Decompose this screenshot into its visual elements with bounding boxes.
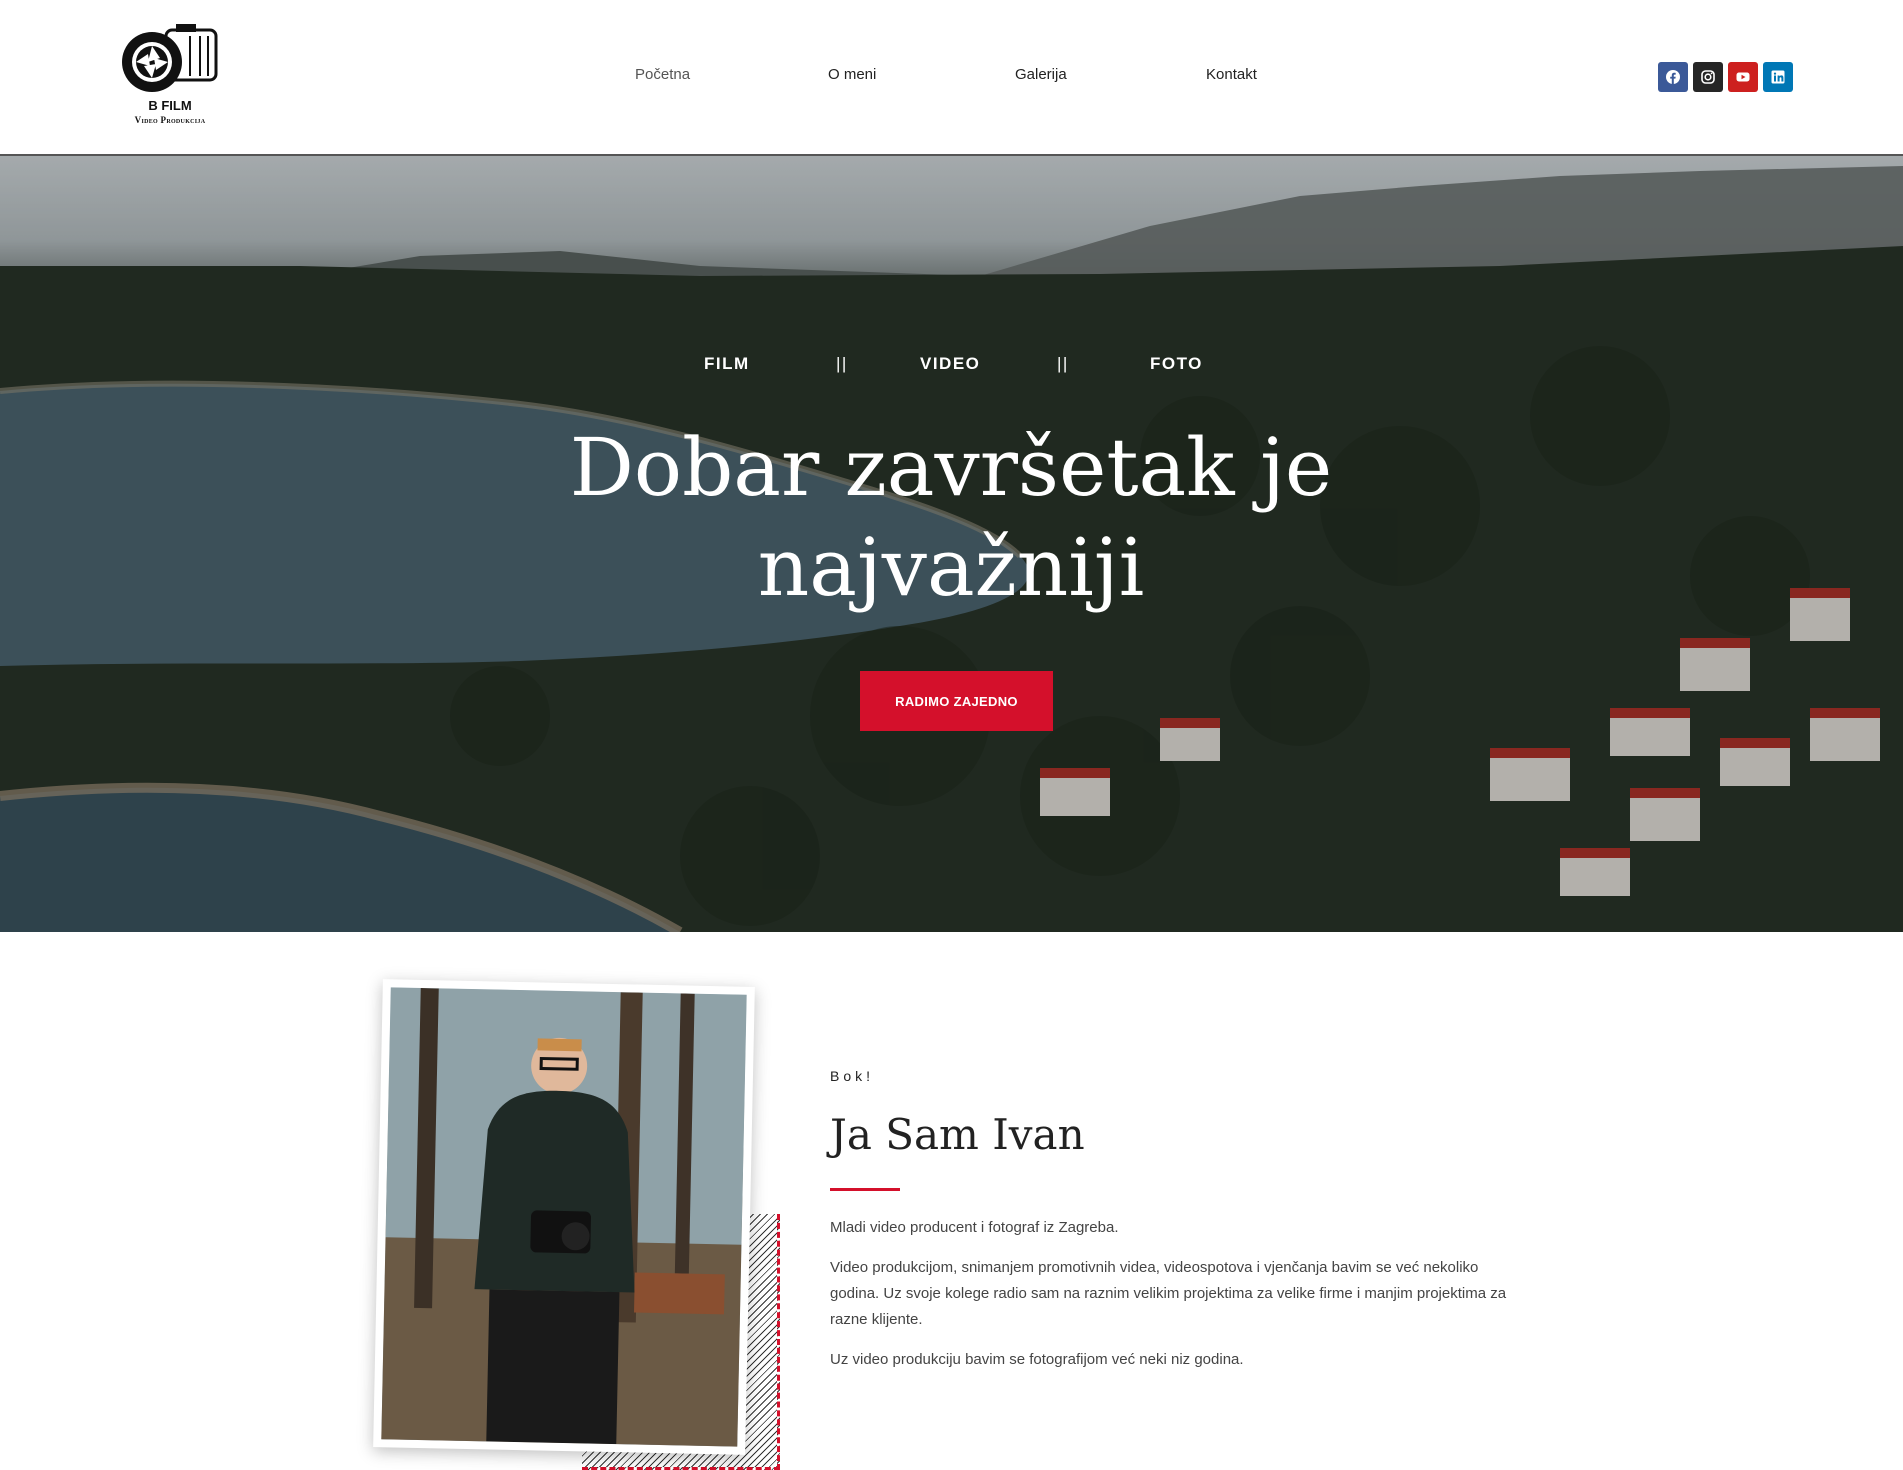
nav-item-kontakt[interactable]: Kontakt <box>1206 66 1257 83</box>
about-paragraph-1: Mladi video producent i fotograf iz Zagr… <box>830 1219 1119 1236</box>
tag-separator: || <box>836 354 848 373</box>
nav-item-o-meni[interactable]: O meni <box>828 66 876 83</box>
hero-title-line-1: Dobar završetak je <box>569 421 1333 514</box>
linkedin-icon[interactable] <box>1763 62 1793 92</box>
about-greeting: Bok! <box>830 1068 875 1084</box>
tag-foto: FOTO <box>1150 354 1203 373</box>
camera-logo-icon <box>122 24 218 92</box>
hero-title-line-2: najvažniji <box>757 521 1145 614</box>
hero-section: FILM || VIDEO || FOTO Dobar završetak je… <box>0 156 1903 932</box>
site-header: B FILM Video Produkcija Početna O meni G… <box>0 0 1903 156</box>
radimo-zajedno-button[interactable]: RADIMO ZAJEDNO <box>860 671 1053 731</box>
facebook-icon[interactable] <box>1658 62 1688 92</box>
logo-subtitle: Video Produkcija <box>134 115 206 125</box>
instagram-icon[interactable] <box>1693 62 1723 92</box>
tag-video: VIDEO <box>920 354 981 373</box>
profile-photo-frame <box>373 979 755 1455</box>
tag-separator: || <box>1057 354 1069 373</box>
about-paragraph-3: Uz video produkciju bavim se fotografijo… <box>830 1351 1244 1368</box>
tag-film: FILM <box>704 354 750 373</box>
about-paragraph-2: Video produkcijom, snimanjem promotivnih… <box>830 1259 1507 1328</box>
nav-item-galerija[interactable]: Galerija <box>1015 66 1067 83</box>
hero-title: Dobar završetak je najvažniji <box>451 418 1451 618</box>
site-logo[interactable]: B FILM Video Produkcija <box>120 22 230 132</box>
logo-brand-text: B FILM <box>148 98 192 113</box>
profile-photo <box>381 987 747 1447</box>
hero-tags: FILM || VIDEO || FOTO <box>0 354 1903 384</box>
youtube-icon[interactable] <box>1728 62 1758 92</box>
nav-item-pocetna[interactable]: Početna <box>635 66 690 83</box>
about-name-heading: Ja Sam Ivan <box>830 1110 1085 1159</box>
heading-underline <box>830 1188 900 1191</box>
